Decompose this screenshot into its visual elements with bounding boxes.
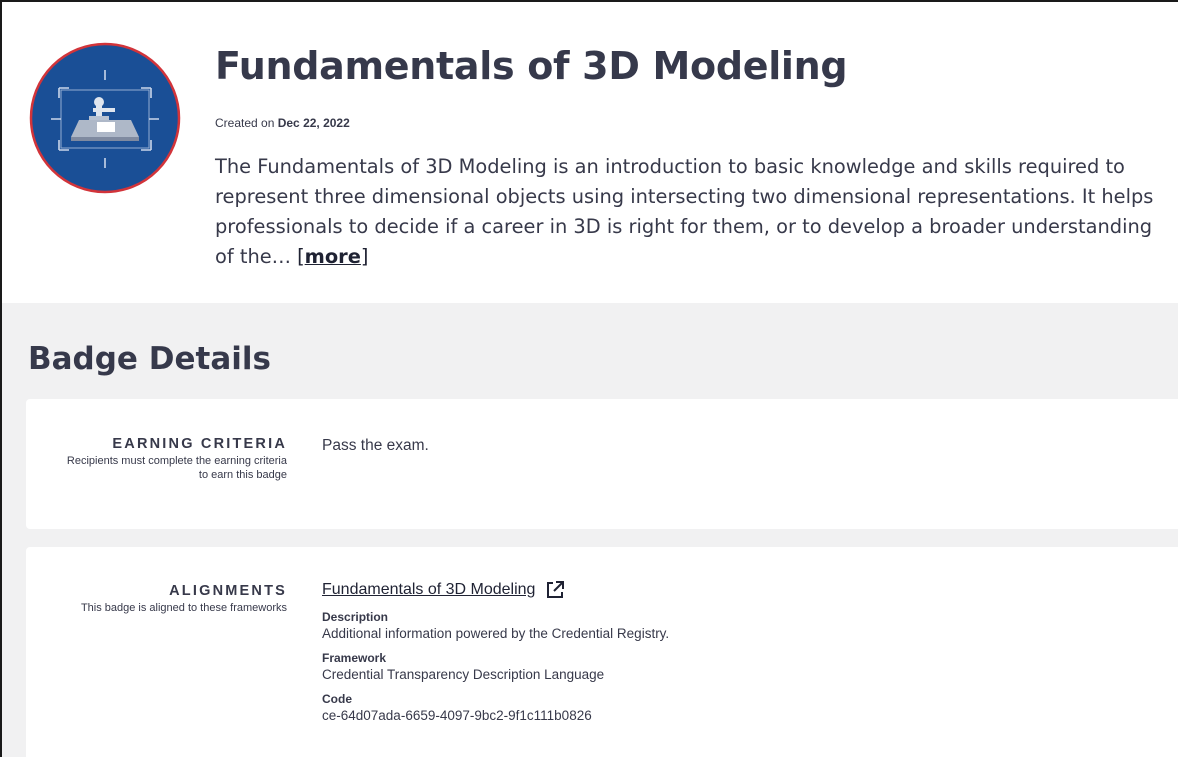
alignments-label-group: ALIGNMENTS This badge is aligned to thes… xyxy=(57,583,287,615)
earning-criteria-value: Pass the exam. xyxy=(322,437,429,454)
more-link[interactable]: more xyxy=(305,245,361,268)
earning-criteria-label-group: EARNING CRITERIA Recipients must complet… xyxy=(57,436,287,482)
badge-description: The Fundamentals of 3D Modeling is an in… xyxy=(215,152,1175,272)
badge-title: Fundamentals of 3D Modeling xyxy=(215,44,848,88)
description-label: Description xyxy=(322,610,389,624)
created-date: Dec 22, 2022 xyxy=(277,116,350,130)
code-label: Code xyxy=(322,692,352,706)
alignments-label: ALIGNMENTS xyxy=(169,583,287,599)
code-value: ce-64d07ada-6659-4097-9bc2-9f1c111b0826 xyxy=(322,708,592,723)
alignments-values: Fundamentals of 3D Modeling Description … xyxy=(322,580,669,723)
more-bracket-close: ] xyxy=(360,245,369,268)
created-prefix: Created on xyxy=(215,116,275,130)
more-bracket-open: [ xyxy=(297,245,305,268)
earning-criteria-card: EARNING CRITERIA Recipients must complet… xyxy=(26,399,1178,529)
created-date-line: Created on Dec 22, 2022 xyxy=(215,116,350,130)
badge-details-section: Badge Details EARNING CRITERIA Recipient… xyxy=(2,303,1178,757)
3d-modeling-badge-icon xyxy=(29,42,181,194)
alignment-link-text: Fundamentals of 3D Modeling xyxy=(322,581,536,598)
badge-details-title: Badge Details xyxy=(28,341,271,377)
framework-value: Credential Transparency Description Lang… xyxy=(322,667,605,682)
alignments-card: ALIGNMENTS This badge is aligned to thes… xyxy=(26,547,1178,757)
framework-label: Framework xyxy=(322,651,387,665)
earning-criteria-help: Recipients must complete the earning cri… xyxy=(66,455,287,481)
alignment-link[interactable]: Fundamentals of 3D Modeling xyxy=(322,580,565,600)
external-link-icon xyxy=(547,581,565,598)
description-value: Additional information powered by the Cr… xyxy=(322,626,670,641)
alignments-help: This badge is aligned to these framework… xyxy=(80,602,287,614)
earning-criteria-label: EARNING CRITERIA xyxy=(112,436,287,452)
badge-header: Fundamentals of 3D Modeling Created on D… xyxy=(2,2,1178,303)
